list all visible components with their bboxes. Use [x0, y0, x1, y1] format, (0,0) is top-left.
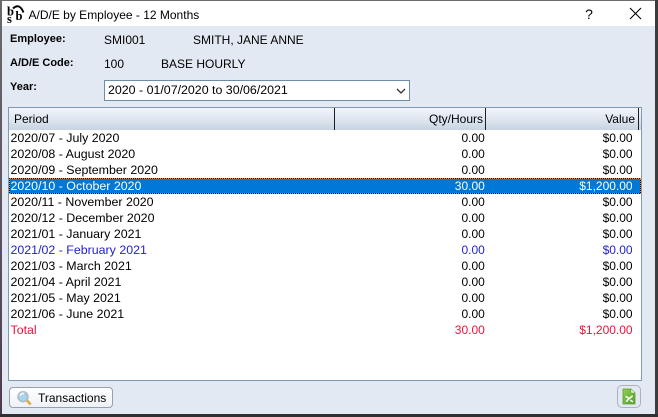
svg-text:s: s [7, 12, 12, 25]
svg-text:b: b [16, 9, 23, 23]
